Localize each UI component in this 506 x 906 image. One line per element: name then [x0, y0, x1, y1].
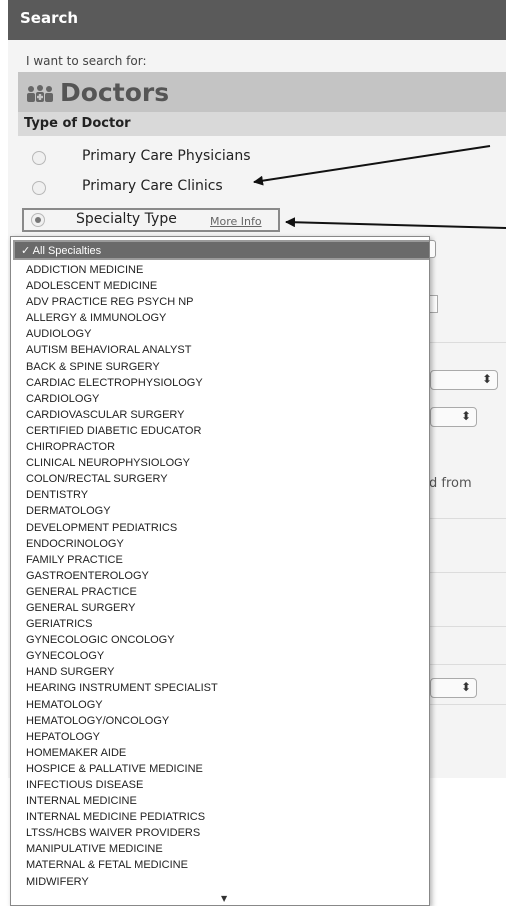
specialty-options: ADDICTION MEDICINE ADOLESCENT MEDICINE ADV… [11, 262, 429, 890]
specialty-option[interactable]: GASTROENTEROLOGY [11, 568, 429, 584]
specialty-option[interactable]: HEMATOLOGY/ONCOLOGY [11, 713, 429, 729]
specialty-option[interactable]: ADDICTION MEDICINE [11, 262, 429, 278]
dropdown-handle[interactable] [430, 240, 436, 258]
selected-option-label: ✓ All Specialties [21, 245, 102, 257]
specialty-option[interactable]: HEPATOLOGY [11, 729, 429, 745]
specialty-option[interactable]: CERTIFIED DIABETIC EDUCATOR [11, 423, 429, 439]
specialty-option[interactable]: LTSS/HCBS WAIVER PROVIDERS [11, 825, 429, 841]
specialty-option[interactable]: GYNECOLOGIC ONCOLOGY [11, 632, 429, 648]
specialty-option[interactable]: HEARING INSTRUMENT SPECIALIST [11, 680, 429, 696]
specialty-option[interactable]: COLON/RECTAL SURGERY [11, 471, 429, 487]
specialty-option[interactable]: MIDWIFERY [11, 874, 429, 890]
specialty-option[interactable]: AUTISM BEHAVIORAL ANALYST [11, 342, 429, 358]
specialty-option[interactable]: HOMEMAKER AIDE [11, 745, 429, 761]
specialty-option[interactable]: INTERNAL MEDICINE PEDIATRICS [11, 809, 429, 825]
specialty-option[interactable]: HEMATOLOGY [11, 697, 429, 713]
specialty-option[interactable]: DEVELOPMENT PEDIATRICS [11, 520, 429, 536]
arrow-to-primary-care-clinics [253, 145, 491, 186]
specialty-option[interactable]: INTERNAL MEDICINE [11, 793, 429, 809]
specialty-option[interactable]: DENTISTRY [11, 487, 429, 503]
specialty-option[interactable]: CARDIOLOGY [11, 391, 429, 407]
arrow-to-specialty-type [285, 217, 506, 229]
specialty-option[interactable]: AUDIOLOGY [11, 326, 429, 342]
specialty-option[interactable]: ALLERGY & IMMUNOLOGY [11, 310, 429, 326]
specialty-option[interactable]: GENERAL PRACTICE [11, 584, 429, 600]
specialty-option[interactable]: INFECTIOUS DISEASE [11, 777, 429, 793]
specialty-option[interactable]: ADOLESCENT MEDICINE [11, 278, 429, 294]
specialty-option[interactable]: ADV PRACTICE REG PSYCH NP [11, 294, 429, 310]
dropdown-selected-option[interactable]: ✓ All Specialties [13, 240, 429, 260]
specialty-option[interactable]: MATERNAL & FETAL MEDICINE [11, 857, 429, 873]
specialty-option[interactable]: BACK & SPINE SURGERY [11, 359, 429, 375]
specialty-dropdown-list[interactable]: ✓ All Specialties ADDICTION MEDICINE ADOL… [10, 236, 430, 906]
specialty-option[interactable]: CARDIOVASCULAR SURGERY [11, 407, 429, 423]
specialty-option[interactable]: DERMATOLOGY [11, 503, 429, 519]
specialty-option[interactable]: HOSPICE & PALLATIVE MEDICINE [11, 761, 429, 777]
specialty-option[interactable]: ENDOCRINOLOGY [11, 536, 429, 552]
specialty-option[interactable]: MANIPULATIVE MEDICINE [11, 841, 429, 857]
specialty-option[interactable]: CLINICAL NEUROPHYSIOLOGY [11, 455, 429, 471]
scroll-down-icon[interactable]: ▼ [221, 894, 227, 903]
specialty-option[interactable]: HAND SURGERY [11, 664, 429, 680]
specialty-option[interactable]: CARDIAC ELECTROPHYSIOLOGY [11, 375, 429, 391]
specialty-option[interactable]: GERIATRICS [11, 616, 429, 632]
specialty-option[interactable]: CHIROPRACTOR [11, 439, 429, 455]
specialty-option[interactable]: GENERAL SURGERY [11, 600, 429, 616]
specialty-option[interactable]: FAMILY PRACTICE [11, 552, 429, 568]
specialty-option[interactable]: GYNECOLOGY [11, 648, 429, 664]
